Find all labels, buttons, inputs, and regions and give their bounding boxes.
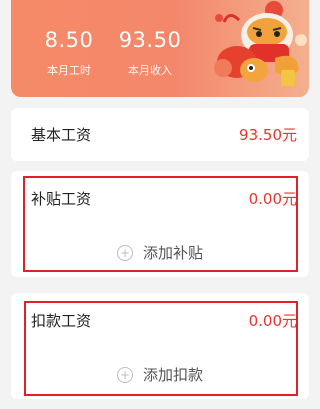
deduction-card: 扣款工资 0.00元 + 添加扣款 — [11, 293, 309, 399]
hours-label: 本月工时 — [47, 64, 91, 77]
add-deduction-label: 添加扣款 — [142, 366, 203, 384]
festive-tiger-illustration-icon — [214, 1, 307, 86]
income-value: 93.50 — [118, 28, 182, 52]
hours-stat: 8.50 本月工时 — [37, 28, 101, 78]
deduction-label: 扣款工资 — [31, 312, 92, 330]
allowance-label: 补贴工资 — [31, 190, 92, 208]
hours-value: 8.50 — [44, 28, 94, 52]
base-salary-card: 基本工资 93.50元 — [11, 108, 309, 161]
base-salary-amount: 93.50元 — [239, 126, 297, 144]
plus-circle-icon: + — [116, 244, 133, 261]
income-summary-banner: 8.50 本月工时 93.50 本月收入 — [11, 0, 309, 97]
add-deduction-button[interactable]: + 添加扣款 — [11, 364, 309, 385]
income-label: 本月收入 — [128, 64, 172, 77]
add-allowance-button[interactable]: + 添加补贴 — [11, 242, 309, 263]
income-stat: 93.50 本月收入 — [115, 28, 185, 78]
allowance-amount: 0.00元 — [248, 190, 297, 208]
add-allowance-label: 添加补贴 — [142, 244, 203, 262]
base-salary-label: 基本工资 — [31, 126, 92, 144]
deduction-amount: 0.00元 — [248, 312, 297, 330]
allowance-card: 补贴工资 0.00元 + 添加补贴 — [11, 171, 309, 277]
plus-circle-icon: + — [116, 366, 133, 383]
